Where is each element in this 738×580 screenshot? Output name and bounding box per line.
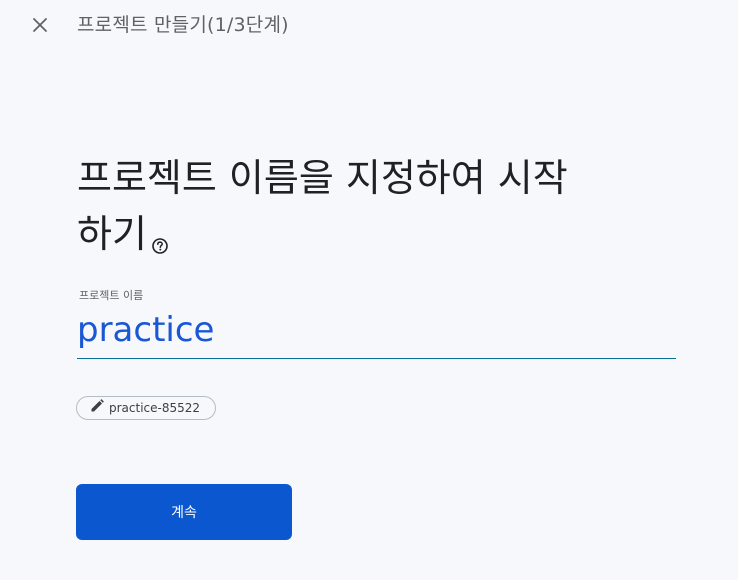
edit-icon	[89, 398, 105, 418]
close-icon	[32, 17, 48, 33]
project-name-label: 프로젝트 이름	[79, 289, 144, 302]
project-id-chip[interactable]: practice-85522	[76, 396, 216, 420]
continue-button[interactable]: 계속	[76, 484, 292, 540]
project-id-text: practice-85522	[109, 401, 201, 415]
close-button[interactable]	[26, 11, 54, 39]
main-heading: 프로젝트 이름을 지정하여 시작하기	[77, 150, 597, 270]
project-name-input[interactable]	[77, 306, 676, 359]
page-title: 프로젝트 만들기(1/3단계)	[77, 14, 289, 36]
help-icon[interactable]	[151, 214, 169, 270]
